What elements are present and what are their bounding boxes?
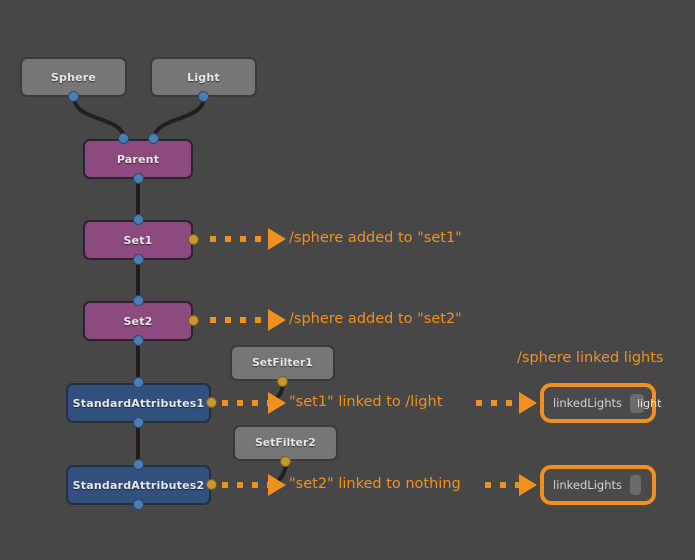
flow-arrow-sa2	[268, 474, 286, 496]
annotation-set1-linked: "set1" linked to /light	[289, 394, 443, 410]
flow-dot	[252, 400, 258, 406]
node-label: StandardAttributes1	[72, 396, 205, 410]
connector-set1-out[interactable]	[133, 254, 144, 265]
flow-dot	[225, 317, 231, 323]
node-label: Set2	[123, 314, 153, 328]
connector-sa1-out[interactable]	[133, 417, 144, 428]
connector-parent-out[interactable]	[133, 173, 144, 184]
annotation-set2-linked: "set2" linked to nothing	[289, 476, 461, 492]
flow-dot	[506, 400, 512, 406]
node-label: SetFilter1	[252, 357, 313, 369]
flow-arrow-set2-added	[268, 309, 286, 331]
connector-sphere-out[interactable]	[68, 91, 79, 102]
badge-value-chip[interactable]	[630, 475, 641, 495]
connector-parent-in-b[interactable]	[148, 133, 159, 144]
connector-sa2-filter[interactable]	[206, 479, 217, 490]
badge-label: linkedLights	[553, 396, 622, 410]
flow-dot	[222, 482, 228, 488]
flow-dot	[237, 400, 243, 406]
flow-dot	[210, 317, 216, 323]
connector-sa1-in[interactable]	[133, 377, 144, 388]
flow-dot	[255, 236, 261, 242]
flow-arrow-badge2	[519, 474, 537, 496]
connector-set2-out[interactable]	[133, 335, 144, 346]
annotation-set2-added: /sphere added to "set2"	[289, 311, 462, 327]
flow-dot	[485, 482, 491, 488]
node-graph-canvas[interactable]: Sphere Light Parent Set1 Set2 SetFilter1…	[0, 0, 695, 560]
connector-sa2-in[interactable]	[133, 459, 144, 470]
connector-sa2-out[interactable]	[133, 499, 144, 510]
flow-dot	[476, 400, 482, 406]
flow-dot	[237, 482, 243, 488]
flow-dot	[491, 400, 497, 406]
connector-sa1-filter[interactable]	[206, 397, 217, 408]
flow-dot	[252, 482, 258, 488]
node-label: Parent	[116, 152, 160, 166]
flow-dot	[225, 236, 231, 242]
connector-parent-in-a[interactable]	[118, 133, 129, 144]
node-label: Set1	[123, 233, 153, 247]
connector-set1-in[interactable]	[133, 214, 144, 225]
connector-light-out[interactable]	[198, 91, 209, 102]
connector-set2-in[interactable]	[133, 295, 144, 306]
node-label: Light	[187, 70, 220, 84]
flow-dot	[255, 317, 261, 323]
node-label: SetFilter2	[255, 437, 316, 449]
annotation-linked-lights-title: /sphere linked lights	[517, 350, 664, 366]
flow-arrow-set1-added	[268, 228, 286, 250]
flow-arrow-badge1	[519, 392, 537, 414]
flow-dot	[500, 482, 506, 488]
connector-set1-filter[interactable]	[188, 234, 199, 245]
flow-dot	[222, 400, 228, 406]
node-label: StandardAttributes2	[72, 478, 205, 492]
connector-set2-filter[interactable]	[188, 315, 199, 326]
connector-setfilter1-out[interactable]	[277, 376, 288, 387]
badge-linkedlights-1[interactable]: linkedLights light	[540, 383, 661, 423]
node-label: Sphere	[50, 70, 97, 84]
badge-value-chip[interactable]: light	[630, 393, 661, 413]
flow-dot	[240, 317, 246, 323]
flow-dot	[240, 236, 246, 242]
flow-arrow-sa1	[268, 392, 286, 414]
badge-linkedlights-2[interactable]: linkedLights	[540, 465, 656, 505]
annotation-set1-added: /sphere added to "set1"	[289, 230, 462, 246]
flow-dot	[210, 236, 216, 242]
connector-setfilter2-out[interactable]	[280, 456, 291, 467]
badge-label: linkedLights	[553, 478, 622, 492]
